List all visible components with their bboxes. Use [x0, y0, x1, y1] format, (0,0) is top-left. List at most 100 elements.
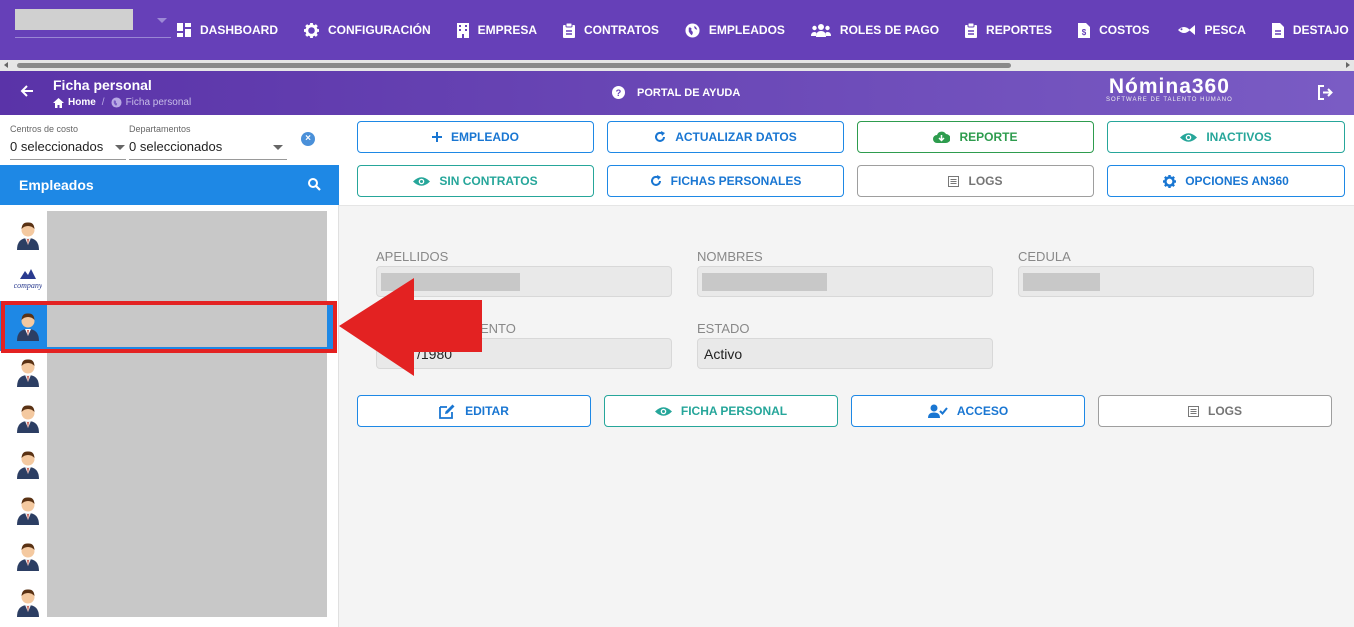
employee-avatar[interactable] — [14, 539, 42, 571]
back-arrow-icon[interactable] — [20, 84, 34, 98]
employee-names-redacted — [47, 211, 327, 617]
button-label: OPCIONES AN360 — [1185, 174, 1289, 188]
add-employee-button[interactable]: EMPLEADO — [357, 121, 594, 153]
button-label: LOGS — [1207, 404, 1242, 418]
employee-avatar[interactable] — [14, 218, 42, 250]
personal-records-button[interactable]: FICHAS PERSONALES — [607, 165, 844, 197]
button-label: REPORTE — [959, 130, 1018, 144]
button-label: FICHAS PERSONALES — [670, 174, 802, 188]
edit-button[interactable]: EDITAR — [357, 395, 591, 427]
nombres-field: NOMBRES — [697, 249, 993, 297]
nav-label: COSTOS — [1099, 23, 1150, 37]
button-label: ACTUALIZAR DATOS — [675, 130, 797, 144]
svg-text:?: ? — [616, 88, 622, 98]
svg-text:company: company — [14, 281, 42, 290]
nav-costos[interactable]: $ COSTOS — [1078, 22, 1150, 38]
clipboard-icon — [563, 22, 576, 38]
scrollbar-thumb[interactable] — [17, 63, 1011, 68]
annotation-highlight-box — [1, 301, 337, 353]
chevron-down-icon[interactable] — [273, 145, 283, 150]
refresh-icon — [655, 131, 666, 142]
nav-label: PESCA — [1204, 23, 1246, 37]
personal-record-button[interactable]: FICHA PERSONAL — [604, 395, 838, 427]
gear-icon — [304, 22, 319, 38]
horizontal-scrollbar[interactable] — [0, 60, 1354, 71]
clear-filters-icon[interactable]: × — [301, 132, 315, 146]
refresh-data-button[interactable]: ACTUALIZAR DATOS — [607, 121, 844, 153]
search-icon[interactable] — [308, 178, 321, 191]
cost-centers-underline — [10, 159, 126, 160]
cloud-download-icon — [933, 131, 951, 143]
an360-options-button[interactable]: OPCIONES AN360 — [1107, 165, 1345, 197]
cost-centers-label: Centros de costo — [10, 124, 79, 134]
cedula-redacted — [1023, 273, 1100, 291]
button-label: FICHA PERSONAL — [680, 404, 788, 418]
nav-label: EMPRESA — [477, 23, 538, 37]
cost-centers-select[interactable]: 0 seleccionados — [10, 139, 103, 154]
departments-select[interactable]: 0 seleccionados — [129, 139, 222, 154]
breadcrumb-home[interactable]: Home — [68, 97, 96, 108]
cedula-field: CEDULA — [1018, 249, 1314, 297]
page-title: Ficha personal — [53, 77, 152, 93]
estado-input[interactable]: Activo — [697, 338, 993, 369]
cedula-label: CEDULA — [1018, 249, 1071, 264]
estado-label: ESTADO — [697, 321, 750, 336]
nav-empleados[interactable]: EMPLEADOS — [685, 22, 785, 38]
logs-button[interactable]: LOGS — [857, 165, 1094, 197]
building-icon — [456, 22, 469, 38]
users-icon — [810, 24, 831, 37]
nav-label: ROLES DE PAGO — [839, 23, 940, 37]
scroll-right-icon[interactable] — [1346, 62, 1350, 68]
access-button[interactable]: ACCESO — [851, 395, 1085, 427]
nav-dashboard[interactable]: DASHBOARD — [177, 23, 278, 37]
company-selector-underline — [15, 37, 171, 38]
main-menu: DASHBOARD CONFIGURACIÓN EMPRESA CONTRATO… — [177, 0, 1354, 60]
list-icon — [948, 175, 960, 187]
nav-configuracion[interactable]: CONFIGURACIÓN — [304, 22, 431, 38]
employee-avatar[interactable] — [14, 447, 42, 479]
employee-avatar[interactable] — [14, 493, 42, 525]
svg-text:$: $ — [1082, 28, 1087, 37]
eye-icon — [654, 406, 672, 416]
employee-avatar[interactable] — [14, 401, 42, 433]
employee-avatar[interactable] — [14, 585, 42, 617]
scroll-left-icon[interactable] — [4, 62, 8, 68]
no-contracts-button[interactable]: SIN CONTRATOS — [357, 165, 594, 197]
toolbar: EMPLEADO ACTUALIZAR DATOS REPORTE INACTI… — [339, 115, 1354, 206]
nav-destajo[interactable]: DESTAJO — [1271, 22, 1349, 38]
user-check-icon — [927, 404, 948, 418]
access-logs-button[interactable]: LOGS — [1098, 395, 1332, 427]
nav-contratos[interactable]: CONTRATOS — [563, 22, 659, 38]
fish-icon — [1177, 25, 1195, 35]
report-button[interactable]: REPORTE — [857, 121, 1094, 153]
nav-roles-de-pago[interactable]: ROLES DE PAGO — [810, 23, 940, 37]
estado-field: ESTADO Activo — [697, 321, 993, 369]
logout-icon[interactable] — [1318, 85, 1333, 100]
inactive-button[interactable]: INACTIVOS — [1107, 121, 1345, 153]
nombres-label: NOMBRES — [697, 249, 763, 264]
employees-list[interactable]: company — [0, 205, 339, 627]
help-portal-link[interactable]: ? PORTAL DE AYUDA — [612, 86, 740, 99]
chevron-down-icon[interactable] — [115, 145, 125, 150]
eye-icon — [1180, 132, 1198, 142]
nav-pesca[interactable]: PESCA — [1176, 23, 1246, 37]
nav-label: CONFIGURACIÓN — [328, 23, 431, 37]
globe-icon — [111, 97, 122, 108]
company-selector-value[interactable] — [15, 9, 133, 30]
nav-label: REPORTES — [986, 23, 1053, 37]
invoice-icon: $ — [1078, 22, 1091, 38]
chevron-down-icon[interactable] — [157, 18, 167, 23]
nav-label: EMPLEADOS — [708, 23, 785, 37]
company-logo-avatar[interactable]: company — [14, 263, 43, 295]
employee-avatar[interactable] — [14, 355, 42, 387]
app-logo: Nómina360 SOFTWARE DE TALENTO HUMANO — [1106, 75, 1233, 103]
cedula-input[interactable] — [1018, 266, 1314, 297]
breadcrumb: Home / Ficha personal — [53, 97, 191, 108]
employees-title: Empleados — [19, 177, 94, 193]
nombres-input[interactable] — [697, 266, 993, 297]
annotation-arrow — [339, 278, 482, 376]
nav-reportes[interactable]: REPORTES — [965, 22, 1053, 38]
list-icon — [1187, 405, 1199, 417]
nav-label: DESTAJO — [1292, 23, 1349, 37]
nav-empresa[interactable]: EMPRESA — [456, 22, 538, 38]
